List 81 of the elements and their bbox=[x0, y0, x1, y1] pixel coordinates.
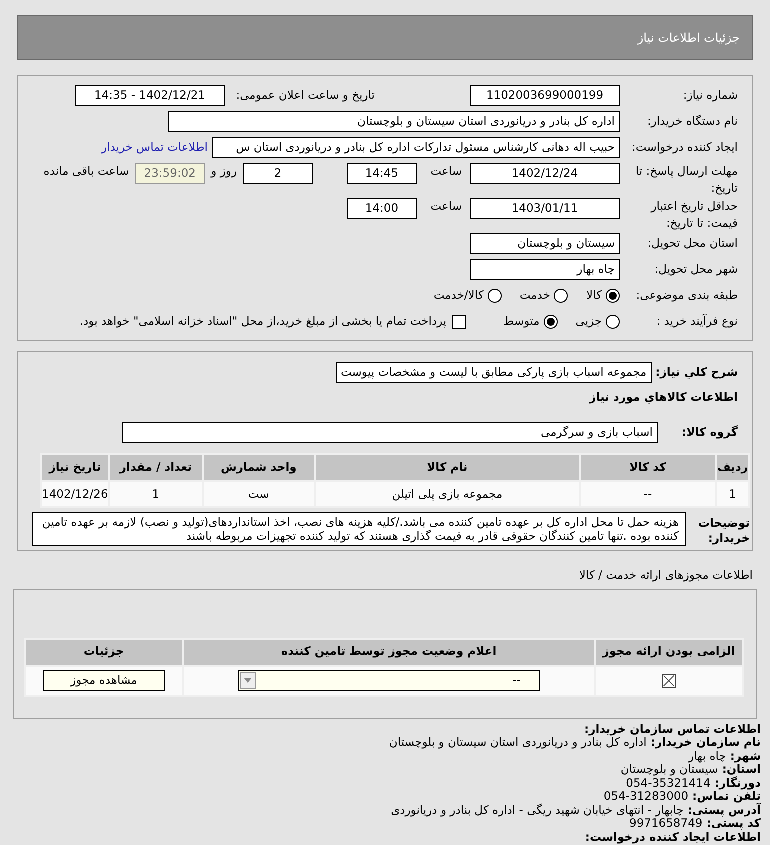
radio-button[interactable] bbox=[488, 288, 502, 302]
column-header: تاریخ نیاز bbox=[41, 454, 110, 482]
value-field: مجموعه اسباب بازی پارکی مطابق با لیست و مشخصات پیوست bbox=[336, 362, 652, 383]
radio-label: خدمت bbox=[520, 286, 550, 304]
contact-label: تلفن تماس: bbox=[692, 790, 761, 803]
value-field: سیستان و بلوچستان bbox=[470, 233, 620, 254]
radio-label: متوسط bbox=[504, 312, 540, 330]
radio-label: کالا bbox=[586, 286, 602, 304]
contact-value: 9971658749 bbox=[630, 817, 703, 830]
radio-button[interactable] bbox=[554, 288, 568, 302]
value-field: 14:00 bbox=[347, 198, 417, 219]
remaining-time-field: 23:59:02 bbox=[135, 163, 206, 184]
value-field: 1403/01/11 bbox=[470, 198, 620, 219]
field-label: تاریخ و ساعت اعلان عمومی: bbox=[235, 86, 375, 104]
column-header: ردیف bbox=[716, 454, 749, 482]
creator-title: اطلاعات ایجاد کننده درخواست: bbox=[584, 830, 761, 844]
field-label: حداقل تاریخ اعتبار قیمت: تا تاریخ: bbox=[650, 198, 738, 232]
value-field: 1102003699000199 bbox=[470, 85, 620, 106]
table-cell: 1402/12/26 bbox=[41, 481, 110, 508]
value-field: اداره کل بنادر و دریانوردی استان سیستان و بلوچستان bbox=[168, 111, 620, 132]
table-cell: -- bbox=[580, 481, 716, 508]
radio-button[interactable] bbox=[606, 314, 620, 328]
field-label: نوع فرآیند خرید : bbox=[656, 312, 738, 330]
checkbox[interactable] bbox=[452, 314, 466, 328]
radio-button[interactable] bbox=[544, 314, 558, 328]
contact-label: کد پستی: bbox=[706, 817, 761, 830]
contact-label: آدرس پستی: bbox=[688, 804, 761, 817]
field-label: گروه کالا: bbox=[681, 424, 738, 442]
value-field: 1402/12/24 bbox=[470, 163, 620, 184]
field-label: توضیحات خریدار: bbox=[698, 515, 750, 546]
table-cell: مجموعه بازی پلی اتیلن bbox=[315, 481, 580, 508]
contact-label: دورنگار: bbox=[714, 776, 761, 790]
contact-value: اداره کل بنادر و دریانوردی استان سیستان و بلوچستان bbox=[389, 736, 647, 750]
radio-button[interactable] bbox=[606, 288, 620, 302]
contact-value: سیستان و بلوچستان bbox=[620, 763, 718, 776]
contact-title: اطلاعات تماس سازمان خریدار: bbox=[583, 722, 761, 736]
column-header: نام کالا bbox=[315, 454, 580, 482]
radio-label: جزیی bbox=[576, 312, 602, 330]
value-field: 14:45 bbox=[347, 163, 417, 184]
value-field: 2 bbox=[243, 163, 313, 184]
field-label: شماره نیاز: bbox=[682, 86, 738, 104]
contact-label: استان: bbox=[722, 763, 761, 776]
column-header: جزئیات bbox=[25, 638, 183, 666]
buyer-contact-link[interactable]: اطلاعات تماس خریدار bbox=[101, 138, 208, 156]
field-label: ساعت باقی مانده bbox=[44, 164, 130, 178]
section-title: اطلاعات مجوزهای ارائه خدمت / کالا bbox=[578, 567, 753, 584]
field-label: مهلت ارسال پاسخ: تا تاریخ: bbox=[634, 163, 738, 198]
table-cell: ست bbox=[202, 481, 316, 508]
field-label: شرح کلي نياز: bbox=[656, 364, 738, 381]
field-label: ایجاد کننده درخواست: bbox=[631, 138, 738, 156]
contact-value: چابهار - انتهای خیابان شهید ریگی - اداره کل بنادر و دریانوردی bbox=[391, 804, 684, 817]
payment-note: پرداخت تمام یا بخشی از مبلغ خرید،از محل "اسناد خزانه اسلامی" خواهد بود. bbox=[80, 312, 447, 330]
value-field: 1402/12/21 - 14:35 bbox=[75, 85, 225, 106]
field-label: طبقه بندی موضوعی: bbox=[635, 286, 738, 304]
column-header: کد کالا bbox=[580, 454, 716, 482]
column-header: تعداد / مقدار bbox=[109, 454, 203, 482]
view-permit-button[interactable]: مشاهده مجوز bbox=[43, 670, 165, 691]
status-dropdown[interactable]: -- bbox=[238, 670, 540, 691]
contact-value: چاه بهار bbox=[688, 750, 726, 763]
table-cell: 1 bbox=[109, 481, 203, 508]
column-header: الزامی بودن ارائه مجوز bbox=[595, 638, 743, 666]
buyer-notes: هزینه حمل تا محل اداره کل بر عهده تامین کننده می باشد./کلیه هزینه های نصب، اخذ استانداردهای(تولید و نصب) لازمه بر عهده تامین کننده بوده .تنها تامین کنندگان حقوقی قادر به قیمت گذاری هستند که تولید کننده تجهیزات مربوطه باشند bbox=[32, 512, 686, 546]
value-field: چاه بهار bbox=[470, 259, 620, 280]
table-cell: 1 bbox=[716, 481, 749, 508]
column-header: اعلام وضعیت مجوز توسط تامین کننده bbox=[183, 638, 595, 666]
field-label: ساعت bbox=[430, 164, 462, 178]
contact-label: نام سازمان خریدار: bbox=[650, 736, 761, 750]
field-label: استان محل تحویل: bbox=[646, 234, 738, 252]
value-field: حبیب اله دهانی کارشناس مسئول تدارکات اداره کل بنادر و دریانوردی استان س bbox=[212, 137, 620, 158]
field-label: نام دستگاه خریدار: bbox=[646, 112, 738, 130]
contact-value: 054-31283000 bbox=[604, 790, 689, 804]
field-label: شهر محل تحویل: bbox=[654, 260, 738, 278]
field-label: روز و bbox=[211, 164, 237, 178]
section-title: اطلاعات کالاهاي مورد نياز bbox=[588, 389, 738, 406]
radio-label: کالا/خدمت bbox=[434, 286, 484, 304]
column-header: واحد شمارش bbox=[202, 454, 316, 482]
field-label: ساعت bbox=[430, 199, 462, 213]
contact-value: 054-35321414 bbox=[626, 776, 711, 790]
contact-label: شهر: bbox=[730, 750, 761, 763]
value-field: اسباب بازی و سرگرمی bbox=[122, 422, 658, 444]
page-header: جزئیات اطلاعات نیاز bbox=[17, 15, 753, 60]
